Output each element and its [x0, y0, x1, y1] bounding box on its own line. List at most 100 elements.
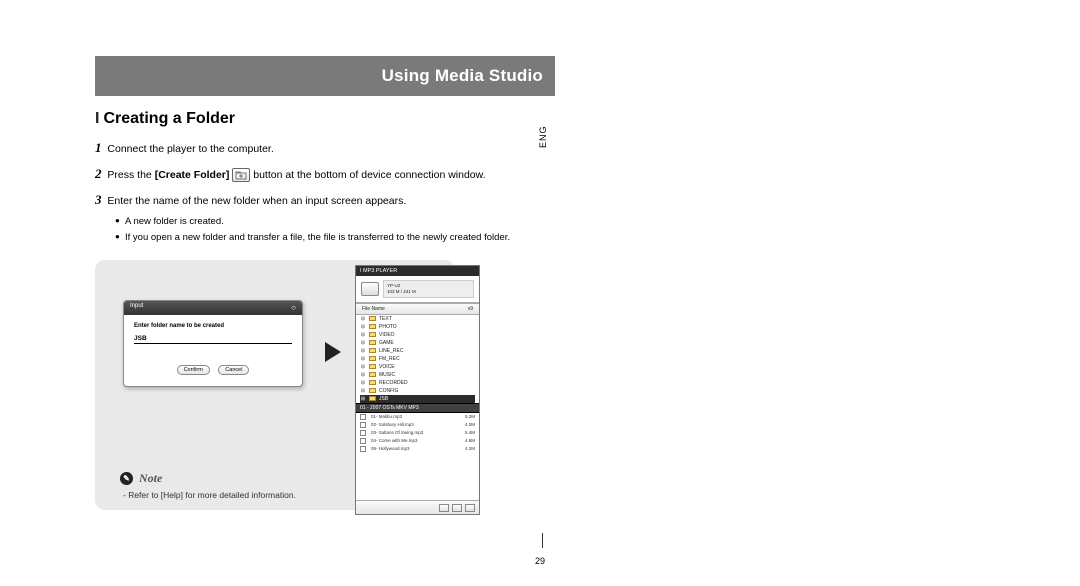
checkbox-icon[interactable]	[360, 422, 366, 428]
folder-row[interactable]: ⊞FM_REC	[360, 355, 475, 363]
checkbox-icon[interactable]	[360, 438, 366, 444]
header-bar: Using Media Studio	[95, 56, 555, 96]
device-list-header: File Name v9	[356, 303, 479, 315]
step-3: 3 Enter the name of the new folder when …	[95, 190, 555, 211]
folder-label: MUSIC	[379, 372, 395, 378]
step-2-bold: [Create Folder]	[155, 169, 230, 181]
folder-row[interactable]: ⊞CONFIG	[360, 387, 475, 395]
folder-row[interactable]: ⊞RECORDED	[360, 379, 475, 387]
title-bar-glyph: I	[95, 110, 99, 127]
folder-row[interactable]: ⊞LINE_REC	[360, 347, 475, 355]
step-2-post: button at the bottom of device connectio…	[253, 169, 485, 181]
language-tag: ENG	[538, 125, 548, 148]
folder-icon	[369, 324, 376, 329]
dialog-titlebar: Input ○	[124, 301, 302, 315]
step-2-pre: Press the	[107, 169, 154, 181]
page-divider	[542, 533, 543, 548]
dialog-title: Input	[130, 303, 143, 309]
folder-icon	[369, 348, 376, 353]
folder-name-input[interactable]: JSB	[134, 335, 292, 344]
checkbox-icon[interactable]	[360, 446, 366, 452]
folder-icon	[369, 364, 376, 369]
device-folder-list: ⊞TEXT ⊞PHOTO ⊞VIDEO ⊞GAME ⊞LINE_REC ⊞FM_…	[356, 315, 479, 403]
step-2: 2 Press the [Create Folder] button at th…	[95, 164, 555, 185]
dialog-label: Enter folder name to be created	[134, 323, 292, 329]
folder-row[interactable]: ⊞VOICE	[360, 363, 475, 371]
checkbox-icon[interactable]	[360, 414, 366, 420]
file-row[interactable]: 04- Come with Me.mp3 4.8M	[360, 437, 475, 445]
page-number: 29	[535, 556, 545, 566]
folder-icon	[369, 388, 376, 393]
folder-label: GAME	[379, 340, 394, 346]
file-name: 04- Come with Me.mp3	[371, 438, 418, 443]
folder-label: VIDEO	[379, 332, 395, 338]
file-name: 05- Hollywood.mp3	[371, 446, 410, 451]
folder-icon	[369, 316, 376, 321]
device-icon	[361, 282, 379, 296]
note-text: - Refer to [Help] for more detailed info…	[123, 490, 296, 500]
folder-label: VOICE	[379, 364, 395, 370]
input-dialog: Input ○ Enter folder name to be created …	[123, 300, 303, 387]
toolbar-button-icon[interactable]	[452, 504, 462, 512]
file-size: 5.4M	[465, 430, 475, 436]
file-size: 4.0M	[465, 422, 475, 428]
device-toolbar	[356, 500, 479, 514]
folder-row[interactable]: ⊞MUSIC	[360, 371, 475, 379]
device-window: I MP3 PLAYER YP-U2 103 M / 241 M File Na…	[355, 265, 480, 515]
folder-icon	[369, 332, 376, 337]
device-file-list: 01- Malibu.mp3 5.2M 02- Solsbury Hill.mp3…	[356, 413, 479, 453]
step-3-number: 3	[95, 192, 102, 207]
folder-label: CONFIG	[379, 388, 398, 394]
device-title: I MP3 PLAYER	[356, 266, 479, 276]
folder-row[interactable]: ⊞GAME	[360, 339, 475, 347]
section-title: ICreating a Folder	[95, 110, 555, 128]
folder-icon	[369, 372, 376, 377]
folder-label: LINE_REC	[379, 348, 403, 354]
note-label: Note	[139, 471, 162, 486]
folder-row[interactable]: ⊞TEXT	[360, 315, 475, 323]
folder-row-selected[interactable]: ⊞JSB	[360, 395, 475, 403]
checkbox-icon[interactable]	[360, 430, 366, 436]
sub-bullets: A new folder is created. If you open a n…	[115, 215, 555, 244]
device-storage: 103 M / 241 M	[387, 289, 470, 295]
step-1-number: 1	[95, 140, 102, 155]
folder-row[interactable]: ⊞VIDEO	[360, 331, 475, 339]
folder-label: PHOTO	[379, 324, 397, 330]
files-group-row[interactable]: 01 - 2007 OSTs MKV MP3	[356, 403, 479, 413]
files-group-label: 01 - 2007 OSTs MKV MP3	[360, 405, 419, 411]
file-name: 02- Solsbury Hill.mp3	[371, 422, 414, 427]
bullet-b: If you open a new folder and transfer a …	[115, 231, 555, 244]
confirm-button[interactable]: Confirm	[177, 365, 210, 375]
toolbar-button-icon[interactable]	[439, 504, 449, 512]
file-size: 5.2M	[465, 414, 475, 420]
cancel-button[interactable]: Cancel	[218, 365, 249, 375]
close-icon[interactable]: ○	[289, 303, 298, 312]
folder-label: JSB	[379, 396, 388, 402]
file-name: 01- Malibu.mp3	[371, 414, 402, 419]
folder-label: FM_REC	[379, 356, 400, 362]
file-row[interactable]: 02- Solsbury Hill.mp3 4.0M	[360, 421, 475, 429]
header-title: Using Media Studio	[382, 66, 543, 86]
step-3-text: Enter the name of the new folder when an…	[107, 195, 406, 207]
folder-row[interactable]: ⊞PHOTO	[360, 323, 475, 331]
note-badge-icon: ✎	[120, 472, 133, 485]
step-2-number: 2	[95, 166, 102, 181]
toolbar-button-icon[interactable]	[465, 504, 475, 512]
note-row: ✎ Note	[120, 471, 162, 486]
step-1-text: Connect the player to the computer.	[107, 143, 273, 155]
file-size: 4.8M	[465, 438, 475, 444]
section-title-text: Creating a Folder	[103, 110, 235, 127]
folder-icon	[369, 356, 376, 361]
folder-icon	[369, 396, 376, 401]
col-filename: File Name	[362, 306, 385, 312]
device-info: YP-U2 103 M / 241 M	[383, 280, 474, 298]
file-size: 4.2M	[465, 446, 475, 452]
file-row[interactable]: 01- Malibu.mp3 5.2M	[360, 413, 475, 421]
folder-label: RECORDED	[379, 380, 408, 386]
file-name: 03- Sultans Of Swing.mp3	[371, 430, 423, 435]
create-folder-icon	[232, 168, 250, 182]
col-ext: v9	[468, 306, 473, 312]
step-1: 1 Connect the player to the computer.	[95, 138, 555, 159]
file-row[interactable]: 03- Sultans Of Swing.mp3 5.4M	[360, 429, 475, 437]
file-row[interactable]: 05- Hollywood.mp3 4.2M	[360, 445, 475, 453]
